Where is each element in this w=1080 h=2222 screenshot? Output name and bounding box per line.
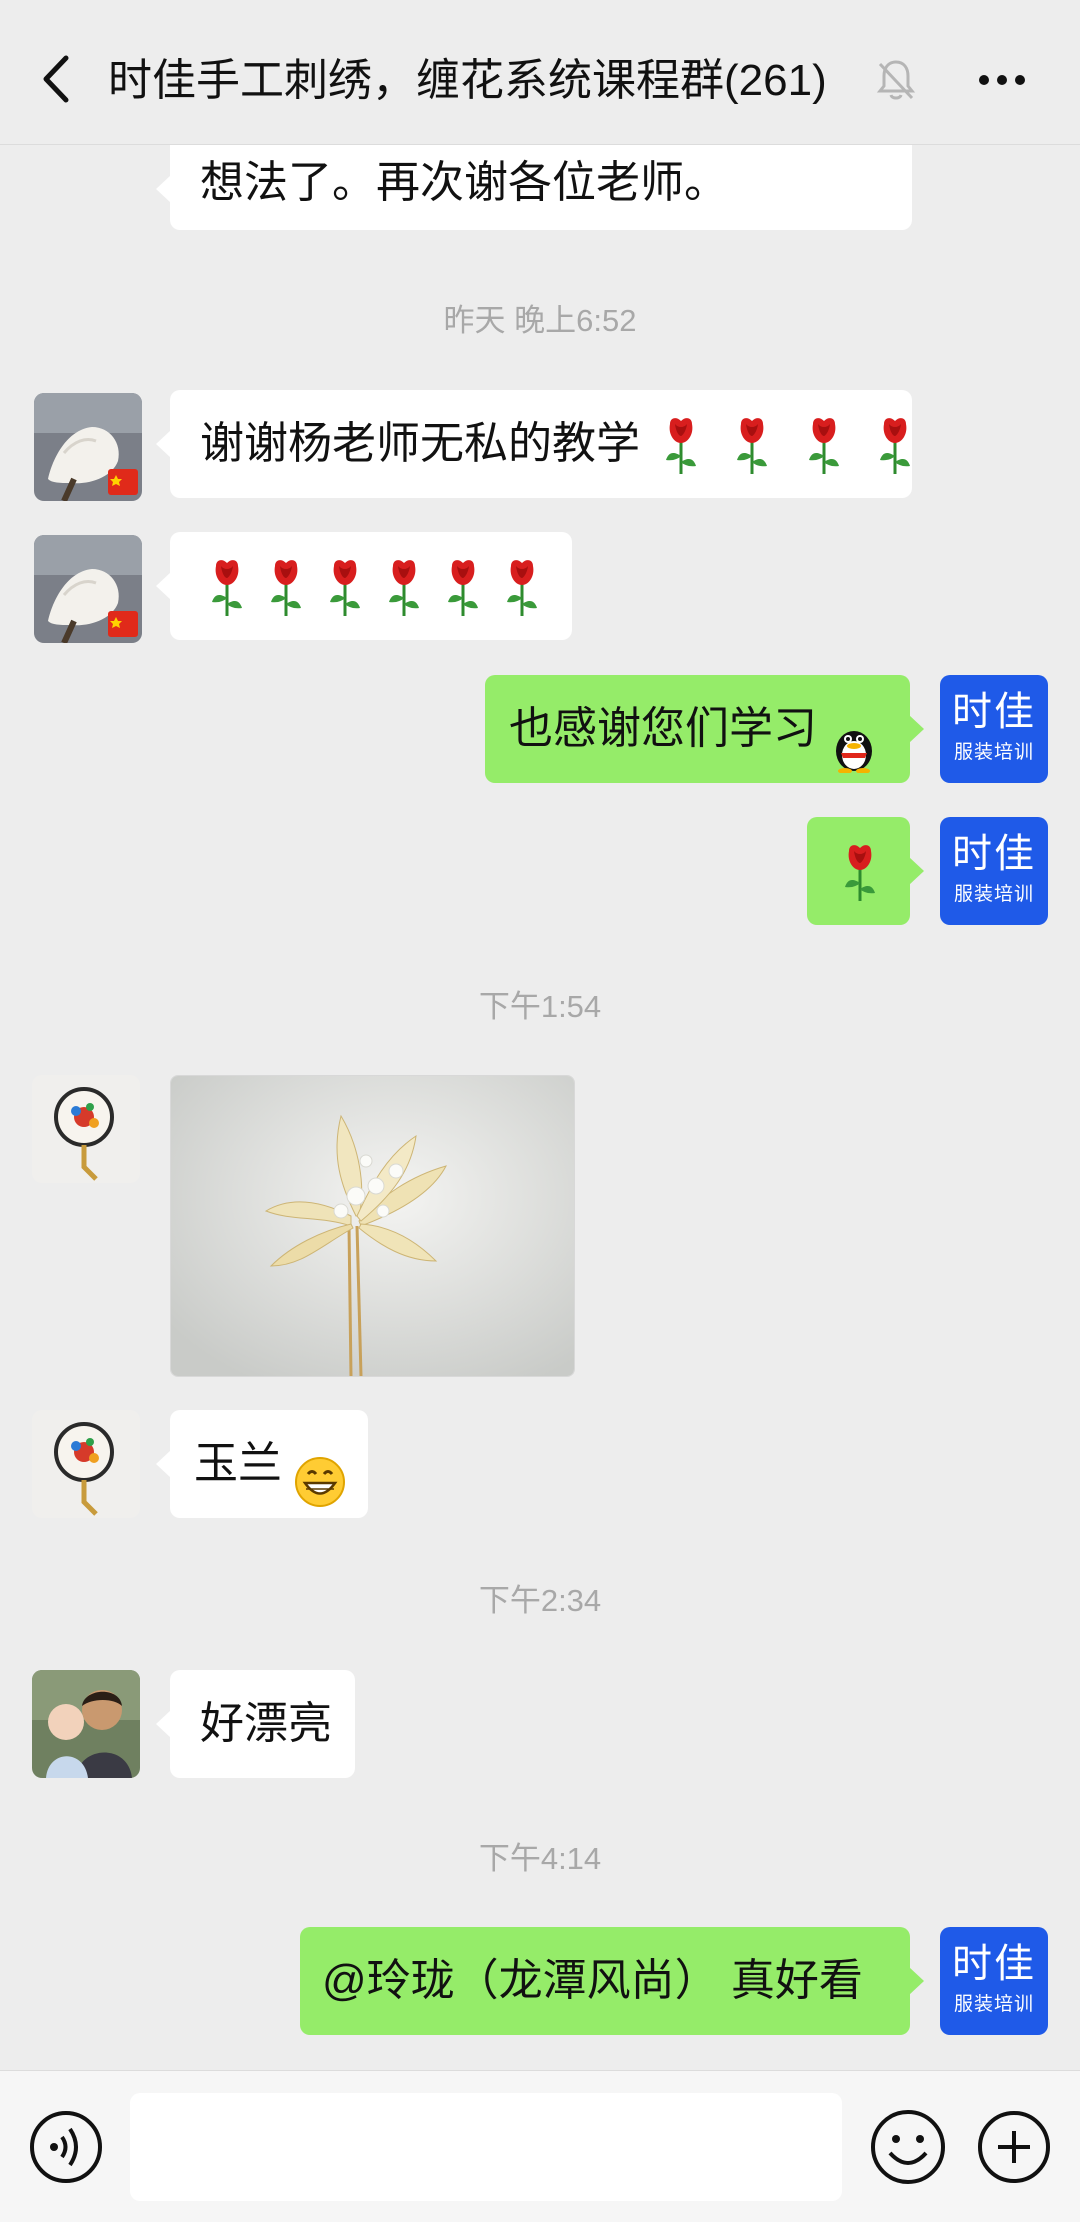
message-text: 也感谢您们学习 xyxy=(509,704,817,753)
message-list[interactable]: 想法了。再次谢各位老师。 昨天 晚上6:52 谢谢杨老师无私的教学 也感谢您们学… xyxy=(0,145,1080,2070)
avatar[interactable] xyxy=(34,535,142,643)
self-avatar-title: 时佳 xyxy=(952,831,1036,877)
more-options-button[interactable] xyxy=(972,58,1032,102)
avatar[interactable] xyxy=(34,393,142,501)
timestamp: 下午4:14 xyxy=(478,1841,602,1876)
self-avatar[interactable]: 时佳 服装培训 xyxy=(940,1927,1048,2035)
message-bubble[interactable] xyxy=(156,532,572,640)
message-bubble[interactable]: 玉兰 xyxy=(156,1410,368,1518)
avatar[interactable] xyxy=(32,1410,140,1518)
rose-emoji xyxy=(839,843,881,903)
message-text: 谢谢杨老师无私的教学 xyxy=(200,419,640,468)
message-text: 玉兰 xyxy=(194,1439,282,1488)
message-text: 想法了。再次谢各位老师。 xyxy=(200,158,728,207)
rose-emoji xyxy=(324,558,366,618)
self-avatar-subtitle: 服装培训 xyxy=(953,883,1034,905)
self-avatar[interactable]: 时佳 服装培训 xyxy=(940,817,1048,925)
rose-emoji xyxy=(265,558,307,618)
avatar[interactable] xyxy=(32,1670,140,1778)
rose-emoji xyxy=(206,558,248,618)
chat-header: 时佳手工刺绣，缠花系统课程群(261) xyxy=(0,0,1080,145)
grin-emoji xyxy=(294,1440,346,1508)
message-bubble[interactable]: 好漂亮 xyxy=(156,1670,355,1778)
self-avatar-title: 时佳 xyxy=(952,689,1036,735)
message-bubble[interactable]: @玲珑（龙潭风尚） 真好看 xyxy=(300,1927,924,2035)
rose-emoji xyxy=(442,558,484,618)
message-bubble[interactable]: 谢谢杨老师无私的教学 xyxy=(156,390,912,498)
back-button[interactable] xyxy=(30,48,80,110)
self-avatar-title: 时佳 xyxy=(952,1941,1036,1987)
input-bar xyxy=(0,2070,1080,2222)
message-bubble[interactable]: 也感谢您们学习 xyxy=(485,675,924,783)
rose-emoji xyxy=(731,416,773,476)
message-text: @玲珑（龙潭风尚） 真好看 xyxy=(322,1956,863,2005)
rose-emoji xyxy=(501,558,543,618)
image-message[interactable] xyxy=(170,1075,575,1377)
message-bubble[interactable] xyxy=(807,817,924,925)
self-avatar-subtitle: 服装培训 xyxy=(953,741,1034,763)
avatar[interactable] xyxy=(32,1075,140,1183)
self-avatar[interactable]: 时佳 服装培训 xyxy=(940,675,1048,783)
bell-off-icon xyxy=(876,60,916,100)
rose-emoji xyxy=(660,416,702,476)
rose-emoji xyxy=(874,416,916,476)
voice-icon[interactable] xyxy=(28,2109,104,2185)
plus-icon[interactable] xyxy=(976,2109,1052,2185)
message-input[interactable] xyxy=(130,2093,842,2201)
self-avatar-subtitle: 服装培训 xyxy=(953,1993,1034,2015)
emoji-icon[interactable] xyxy=(868,2107,948,2187)
qq-penguin-emoji xyxy=(829,705,879,775)
timestamp: 昨天 晚上6:52 xyxy=(443,303,637,338)
timestamp: 下午1:54 xyxy=(478,989,602,1024)
rose-emoji xyxy=(383,558,425,618)
chat-title: 时佳手工刺绣，缠花系统课程群(261) xyxy=(108,56,827,105)
chevron-left-icon xyxy=(43,55,69,103)
rose-emoji xyxy=(803,416,845,476)
message-text: 好漂亮 xyxy=(200,1699,332,1748)
timestamp: 下午2:34 xyxy=(478,1583,602,1618)
message-bubble[interactable]: 想法了。再次谢各位老师。 xyxy=(156,145,912,230)
